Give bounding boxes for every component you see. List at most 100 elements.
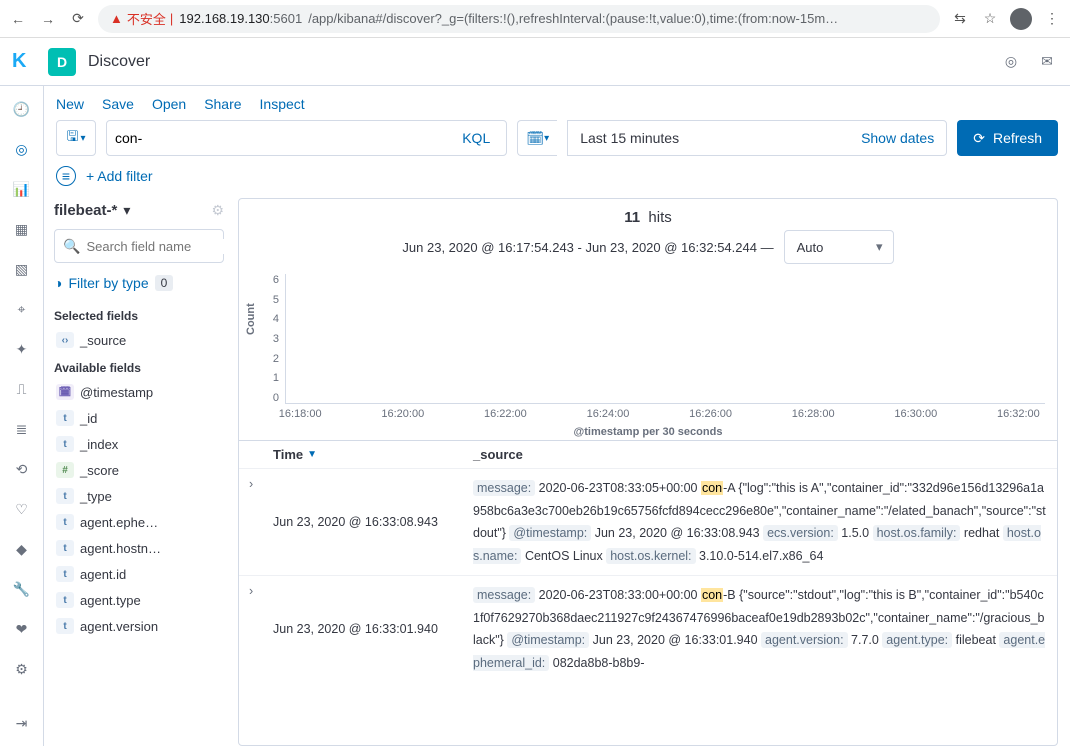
field-item[interactable]: ‹› _source [54, 327, 224, 353]
field-name: agent.id [80, 567, 126, 582]
chevron-down-icon: ▾ [544, 133, 549, 144]
field-name: @timestamp [80, 385, 153, 400]
field-type-icon: t [56, 436, 74, 452]
space-badge[interactable]: D [48, 48, 76, 76]
filter-type-count: 0 [155, 275, 174, 291]
forward-icon[interactable]: → [38, 9, 58, 29]
query-input[interactable] [115, 130, 454, 146]
field-type-icon: t [56, 618, 74, 634]
query-input-wrap[interactable]: KQL [106, 120, 507, 156]
field-search[interactable]: 🔍 [54, 229, 224, 263]
y-axis-label: Count [245, 303, 257, 335]
app-bar: K D Discover ◎ ✉ [0, 38, 1070, 86]
nav-recent-icon[interactable]: 🕘 [11, 98, 33, 120]
nav-canvas-icon[interactable]: ▧ [11, 258, 33, 280]
field-type-icon: t [56, 488, 74, 504]
selected-fields-header: Selected fields [54, 309, 224, 323]
field-item[interactable]: #_score [54, 457, 224, 483]
star-icon[interactable]: ☆ [980, 9, 1000, 29]
time-range[interactable]: Last 15 minutes Show dates [567, 120, 947, 156]
time-range-label: Last 15 minutes [580, 130, 679, 146]
field-item[interactable]: tagent.hostn… [54, 535, 224, 561]
field-type-icon: t [56, 540, 74, 556]
nav-discover-icon[interactable]: ◎ [11, 138, 33, 160]
action-row: New Save Open Share Inspect [44, 86, 1070, 120]
nav-metrics-icon[interactable]: ⎍ [11, 378, 33, 400]
table-row[interactable]: ›Jun 23, 2020 @ 16:33:01.940message: 202… [239, 575, 1057, 682]
gear-icon[interactable]: ⚙ [211, 202, 224, 219]
url-bar[interactable]: ▲ 不安全 | 192.168.19.130:5601 /app/kibana#… [98, 5, 940, 33]
profile-avatar[interactable] [1010, 8, 1032, 30]
table-row[interactable]: ›Jun 23, 2020 @ 16:33:08.943message: 202… [239, 468, 1057, 575]
calendar-button[interactable]: 🗓 ▾ [517, 120, 557, 156]
field-key: host.os.kernel: [606, 548, 695, 564]
refresh-button[interactable]: ⟳ Refresh [957, 120, 1058, 156]
filter-by-type[interactable]: ◑ Filter by type 0 [54, 271, 224, 301]
field-search-input[interactable] [86, 239, 234, 254]
nav-uptime-icon[interactable]: ♡ [11, 498, 33, 520]
browser-bar: ← → ⟳ ▲ 不安全 | 192.168.19.130:5601 /app/k… [0, 0, 1070, 38]
field-type-icon: 🗓 [56, 384, 74, 400]
add-filter-link[interactable]: + Add filter [86, 168, 153, 184]
col-source[interactable]: _source [473, 447, 1047, 462]
cell-time: Jun 23, 2020 @ 16:33:01.940 [273, 584, 473, 674]
expand-caret-icon[interactable]: › [249, 584, 273, 674]
nav-siem-icon[interactable]: ◆ [11, 538, 33, 560]
action-inspect[interactable]: Inspect [260, 96, 305, 112]
kibana-logo-icon[interactable]: K [12, 50, 36, 73]
filter-menu-icon[interactable]: ≡ [56, 166, 76, 186]
field-key: message: [473, 587, 535, 603]
expand-caret-icon[interactable]: › [249, 477, 273, 567]
action-open[interactable]: Open [152, 96, 186, 112]
field-type-icon: t [56, 410, 74, 426]
available-fields-header: Available fields [54, 361, 224, 375]
field-item[interactable]: tagent.ephe… [54, 509, 224, 535]
nav-devtools-icon[interactable]: 🔧 [11, 578, 33, 600]
nav-ml-icon[interactable]: ✦ [11, 338, 33, 360]
field-item[interactable]: t_id [54, 405, 224, 431]
nav-logs-icon[interactable]: ≣ [11, 418, 33, 440]
field-key: agent.version: [761, 632, 848, 648]
nav-apm-icon[interactable]: ⟲ [11, 458, 33, 480]
field-key: agent.type: [882, 632, 952, 648]
field-type-icon: ‹› [56, 332, 74, 348]
field-item[interactable]: 🗓 @timestamp [54, 379, 224, 405]
query-language[interactable]: KQL [454, 130, 498, 146]
mail-icon[interactable]: ✉ [1036, 51, 1058, 73]
more-icon[interactable]: ⋮ [1042, 9, 1062, 29]
nav-mgmt-icon[interactable]: ⚙ [11, 658, 33, 680]
action-save[interactable]: Save [102, 96, 134, 112]
field-name: agent.type [80, 593, 141, 608]
show-dates-link[interactable]: Show dates [861, 130, 934, 146]
action-new[interactable]: New [56, 96, 84, 112]
reload-icon[interactable]: ⟳ [68, 9, 88, 29]
nav-stack-icon[interactable]: ❤ [11, 618, 33, 640]
feedback-icon[interactable]: ◎ [1000, 51, 1022, 73]
saved-query-button[interactable]: 🖫 ▾ [56, 120, 96, 156]
histogram-chart[interactable]: Count 6543210 16:18:0016:20:0016:22:0016… [239, 270, 1057, 440]
action-share[interactable]: Share [204, 96, 241, 112]
nav-maps-icon[interactable]: ⌖ [11, 298, 33, 320]
field-type-icon: t [56, 592, 74, 608]
field-item[interactable]: t agent.type [54, 587, 224, 613]
app-title: Discover [88, 53, 150, 71]
field-type-icon: # [56, 462, 74, 478]
filter-icon: ◑ [54, 275, 62, 291]
field-item[interactable]: t _type [54, 483, 224, 509]
field-item[interactable]: t agent.id [54, 561, 224, 587]
index-pattern-selector[interactable]: filebeat-* ▾ ⚙ [54, 198, 224, 229]
translate-icon[interactable]: ⇆ [950, 9, 970, 29]
back-icon[interactable]: ← [8, 9, 28, 29]
refresh-label: Refresh [993, 130, 1042, 146]
field-item[interactable]: t_index [54, 431, 224, 457]
nav-visualize-icon[interactable]: 📊 [11, 178, 33, 200]
field-name: _type [80, 489, 112, 504]
field-name: _source [80, 333, 126, 348]
field-type-icon: t [56, 566, 74, 582]
highlight: con [701, 481, 723, 495]
nav-dashboard-icon[interactable]: ▦ [11, 218, 33, 240]
col-time[interactable]: Time ▼ [273, 447, 473, 462]
nav-collapse-icon[interactable]: ⇥ [11, 712, 33, 734]
field-item[interactable]: tagent.version [54, 613, 224, 639]
interval-select[interactable]: Auto [784, 230, 894, 264]
